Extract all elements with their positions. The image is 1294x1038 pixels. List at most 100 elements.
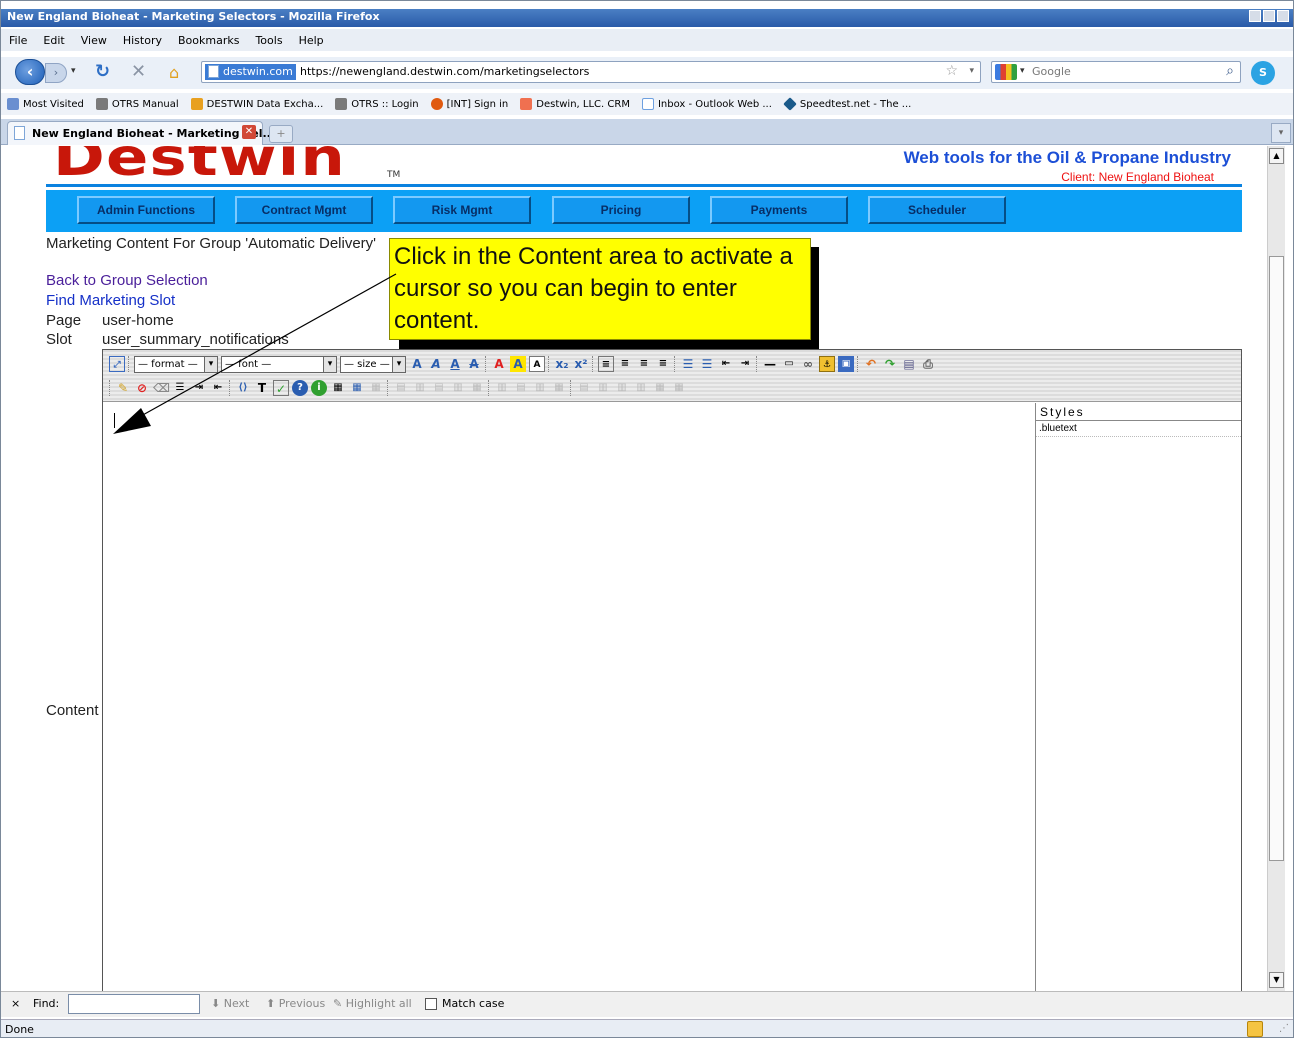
bookmark-star-icon[interactable]: ☆ [945,63,958,79]
spellcheck-icon[interactable]: ✓ [273,380,289,396]
close-tab-icon[interactable]: ✕ [242,125,256,139]
textbox-icon[interactable]: ▭ [781,356,797,372]
home-icon[interactable]: ⌂ [169,63,179,82]
menu-edit[interactable]: Edit [35,34,72,47]
table-icon[interactable]: ▦ [330,380,346,396]
image-icon[interactable]: ▣ [838,356,854,372]
nav-pricing[interactable]: Pricing [552,196,690,224]
resize-grip-icon[interactable]: ⋰ [1279,1023,1289,1034]
underline-icon[interactable]: A [447,356,463,372]
menu-tools[interactable]: Tools [247,34,290,47]
history-dropdown-icon[interactable]: ▾ [71,66,76,76]
style-item-bluetext[interactable]: .bluetext [1036,421,1241,437]
eraser-icon[interactable]: ⌫ [153,380,170,396]
font-color-icon[interactable]: A [491,356,507,372]
address-bar[interactable]: destwin.com https://newengland.destwin.c… [201,61,981,83]
info-icon[interactable]: i [311,380,327,396]
vertical-scrollbar[interactable]: ▲ ▼ [1267,146,1285,991]
tab-marketing-selectors[interactable]: New England Bioheat - Marketing Sel... ✕ [7,121,275,145]
find-input[interactable] [68,994,200,1014]
url-dropdown-icon[interactable]: ▾ [969,66,974,76]
nav-payments[interactable]: Payments [710,196,848,224]
font-select[interactable]: — font — [221,355,337,373]
bookmark-item[interactable]: DESTWIN Data Excha... [185,98,330,110]
print-icon[interactable]: ⎙ [920,356,936,372]
menu-file[interactable]: File [1,34,35,47]
reload-icon[interactable]: ↻ [95,61,110,82]
align-center-icon[interactable]: ≡ [617,356,633,372]
scroll-down-icon[interactable]: ▼ [1269,972,1284,988]
outdent-icon[interactable]: ⇤ [718,356,734,372]
close-find-icon[interactable]: × [11,997,20,1010]
size-select[interactable]: — size — [340,355,406,373]
back-to-group-link[interactable]: Back to Group Selection [46,272,208,289]
table-properties-icon[interactable]: ▦ [349,380,365,396]
nav-scheduler[interactable]: Scheduler [868,196,1006,224]
search-icon[interactable]: ⌕ [1226,63,1234,79]
nav-contract-mgmt[interactable]: Contract Mgmt [235,196,373,224]
bookmark-item[interactable]: OTRS Manual [90,98,185,110]
align-left-icon[interactable]: ≡ [598,356,614,372]
text-box-icon[interactable]: A [529,356,545,372]
insert-left-icon[interactable]: ⇥ [191,380,207,396]
print-preview-icon[interactable]: ▤ [901,356,917,372]
find-marketing-slot-link[interactable]: Find Marketing Slot [46,292,175,309]
bookmark-item[interactable]: Most Visited [1,98,90,110]
search-box[interactable]: ▾ Google ⌕ [991,61,1241,83]
horizontal-rule-icon[interactable]: — [762,356,778,372]
format-painter-icon[interactable]: ✎ [115,380,131,396]
highlight-color-icon[interactable]: A [510,356,526,372]
menu-bookmarks[interactable]: Bookmarks [170,34,247,47]
match-case-checkbox[interactable] [425,998,437,1010]
indent-icon[interactable]: ⇥ [737,356,753,372]
nav-risk-mgmt[interactable]: Risk Mgmt [393,196,531,224]
unordered-list-icon[interactable]: ☰ [699,356,715,372]
search-engine-dropdown-icon[interactable]: ▾ [1020,66,1025,76]
bookmark-item[interactable]: OTRS :: Login [329,98,424,110]
link-icon[interactable]: ∞ [800,356,816,372]
insert-right-icon[interactable]: ⇤ [210,380,226,396]
anchor-icon[interactable]: ⚓ [819,356,835,372]
lock-icon[interactable] [1247,1021,1263,1037]
subscript-icon[interactable]: x₂ [554,356,570,372]
menu-history[interactable]: History [115,34,170,47]
strikethrough-icon[interactable]: A [466,356,482,372]
text-tool-icon[interactable]: T [254,380,270,396]
find-next-button[interactable]: ⬇ Next [211,997,249,1010]
content-edit-area[interactable] [103,403,1034,991]
help-icon[interactable]: ? [292,380,308,396]
format-select[interactable]: — format — [134,355,218,373]
remove-format-icon[interactable]: ⊘ [134,380,150,396]
nav-admin-functions[interactable]: Admin Functions [77,196,215,224]
word-clean-icon[interactable]: ☰ [172,380,188,396]
new-tab-button[interactable]: + [269,125,293,143]
fullscreen-icon[interactable]: ⤢ [109,356,125,372]
search-input[interactable]: Google [1032,65,1071,78]
scroll-up-icon[interactable]: ▲ [1269,148,1284,164]
ordered-list-icon[interactable]: ☰ [680,356,696,372]
google-icon[interactable] [995,64,1017,80]
bookmark-item[interactable]: Speedtest.net - The ... [778,97,917,111]
skype-icon[interactable]: S [1251,61,1275,85]
find-previous-button[interactable]: ⬆ Previous [266,997,325,1010]
stop-icon[interactable]: ✕ [131,61,146,82]
bookmark-item[interactable]: Destwin, LLC. CRM [514,98,636,110]
menu-help[interactable]: Help [291,34,332,47]
html-source-icon[interactable]: ⟨⟩ [235,380,251,396]
menu-view[interactable]: View [73,34,115,47]
forward-button[interactable]: › [45,63,67,83]
justify-icon[interactable]: ≡ [655,356,671,372]
bookmark-item[interactable]: Inbox - Outlook Web ... [636,98,778,110]
italic-icon[interactable]: A [428,356,444,372]
highlight-all-button[interactable]: ✎ Highlight all [333,997,412,1010]
bookmark-item[interactable]: [INT] Sign in [425,98,515,110]
url-text[interactable]: https://newengland.destwin.com/marketing… [300,65,589,78]
redo-icon[interactable]: ↷ [882,356,898,372]
minimize-icon[interactable] [1249,10,1261,22]
scroll-thumb[interactable] [1269,256,1284,861]
close-window-icon[interactable] [1277,10,1289,22]
undo-icon[interactable]: ↶ [863,356,879,372]
site-identity-badge[interactable]: destwin.com [205,64,296,80]
tab-list-icon[interactable]: ▾ [1271,123,1291,143]
superscript-icon[interactable]: x² [573,356,589,372]
